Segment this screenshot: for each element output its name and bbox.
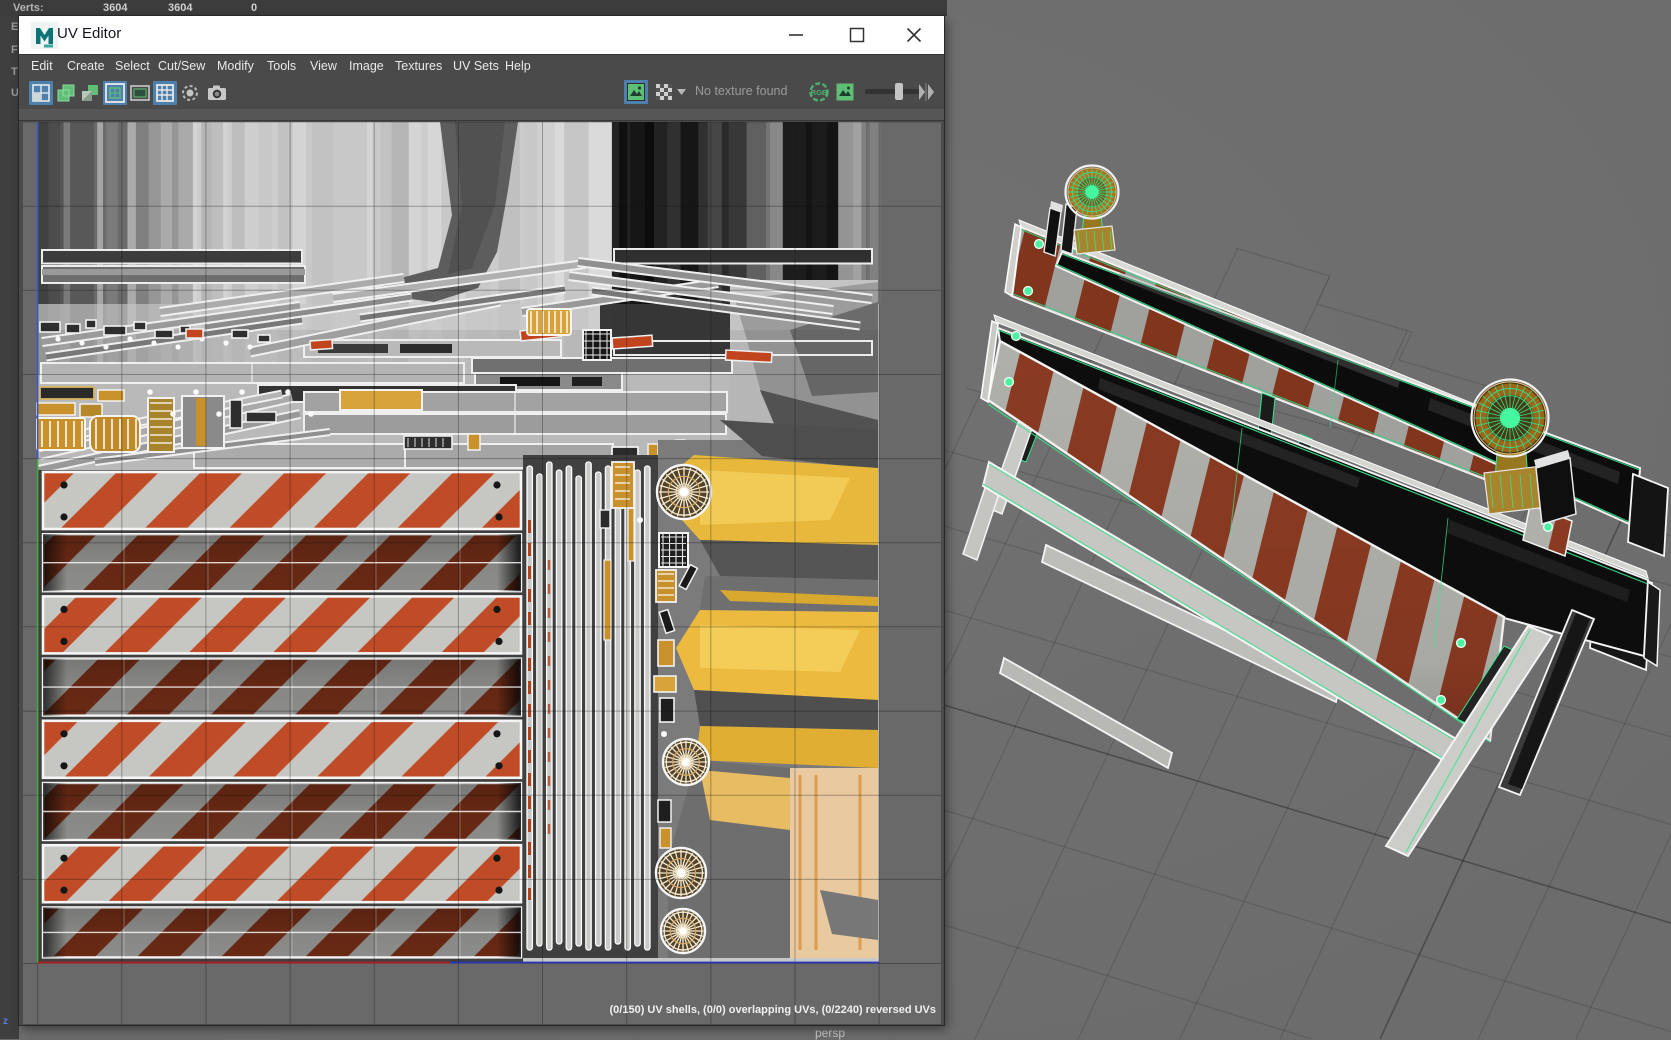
svg-text:RGB: RGB xyxy=(811,88,828,97)
